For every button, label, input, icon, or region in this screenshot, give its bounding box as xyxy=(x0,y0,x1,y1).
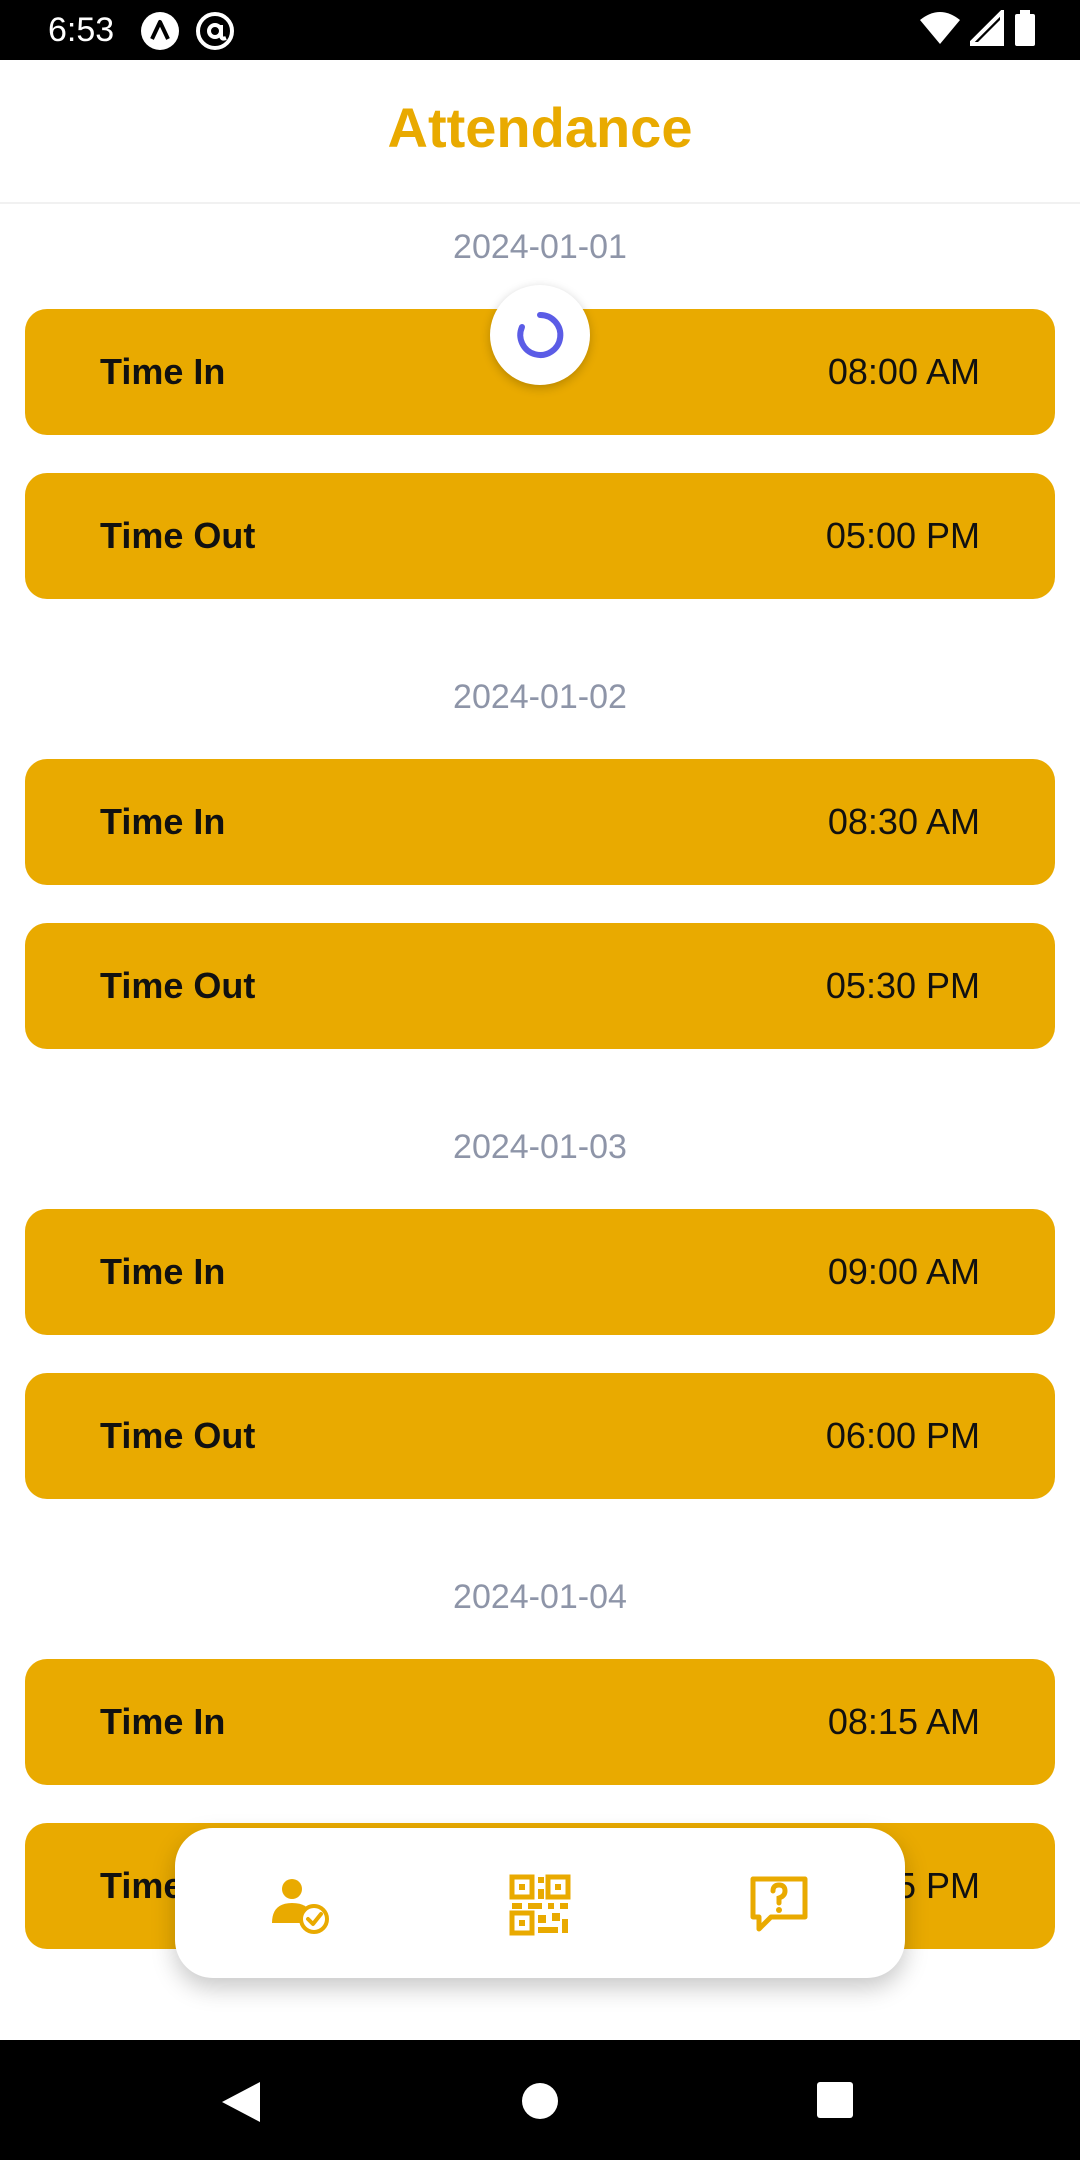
refresh-indicator xyxy=(490,285,590,385)
time-out-label: Time Out xyxy=(100,965,256,1006)
system-navigation-bar xyxy=(0,2040,1080,2160)
attendance-day: 2024-01-03 Time In 09:00 AM Time Out 06:… xyxy=(0,1104,1080,1554)
attendance-day: 2024-01-01 Time In 08:00 AM Time Out 05:… xyxy=(0,204,1080,654)
time-in-value: 08:30 AM xyxy=(827,801,980,842)
user-check-icon xyxy=(272,1879,329,1934)
date-label: 2024-01-04 xyxy=(453,1578,627,1616)
date-label: 2024-01-02 xyxy=(453,678,627,716)
battery-icon xyxy=(1014,10,1036,51)
time-out-label: Time xyxy=(100,1865,184,1906)
time-out-value: 05:30 PM xyxy=(825,965,980,1006)
recents-icon[interactable] xyxy=(815,2080,855,2125)
app-header: Attendance xyxy=(0,60,1080,204)
page-title: Attendance xyxy=(387,96,693,159)
date-label: 2024-01-03 xyxy=(453,1128,627,1166)
time-out-value: 06:00 PM xyxy=(825,1415,980,1456)
time-in-label: Time In xyxy=(100,1251,226,1292)
loading-spinner-icon xyxy=(517,311,564,358)
time-in-value: 08:15 AM xyxy=(827,1701,980,1742)
wifi-icon xyxy=(920,10,960,51)
time-out-card[interactable]: Time Out 05:30 PM xyxy=(25,923,1055,1049)
time-in-value: 08:00 AM xyxy=(827,351,980,392)
time-in-value: 09:00 AM xyxy=(827,1251,980,1292)
time-out-card[interactable]: Time Out 05:00 PM xyxy=(25,473,1055,599)
time-in-card[interactable]: Time In 08:30 AM xyxy=(25,759,1055,885)
time-in-card[interactable]: Time In 09:00 AM xyxy=(25,1209,1055,1335)
help-message-icon xyxy=(750,1876,808,1932)
at-sign-icon xyxy=(195,11,235,56)
date-label: 2024-01-01 xyxy=(453,228,627,266)
time-out-label: Time Out xyxy=(100,1415,256,1456)
time-out-label: Time Out xyxy=(100,515,256,556)
bottom-nav xyxy=(175,1828,905,1978)
status-bar: 6:53 xyxy=(0,0,1080,60)
time-in-label: Time In xyxy=(100,351,226,392)
nav-attendance-button[interactable] xyxy=(268,1873,332,1937)
home-icon[interactable] xyxy=(519,2080,561,2127)
time-out-card[interactable]: Time Out 06:00 PM xyxy=(25,1373,1055,1499)
attendance-list[interactable]: 2024-01-01 Time In 08:00 AM Time Out 05:… xyxy=(0,204,1080,2040)
status-time: 6:53 xyxy=(48,11,115,49)
time-in-label: Time In xyxy=(100,801,226,842)
attendance-day: 2024-01-02 Time In 08:30 AM Time Out 05:… xyxy=(0,654,1080,1104)
time-out-value: 05:00 PM xyxy=(825,515,980,556)
qr-code-icon xyxy=(509,1874,571,1936)
app-notification-icon xyxy=(140,11,180,56)
time-in-card[interactable]: Time In 08:15 AM xyxy=(25,1659,1055,1785)
cellular-signal-icon xyxy=(965,7,1004,51)
nav-help-button[interactable] xyxy=(747,1873,811,1937)
nav-qr-scan-button[interactable] xyxy=(508,1873,572,1937)
back-icon[interactable] xyxy=(220,2080,262,2129)
time-out-value: 5 PM xyxy=(895,1865,980,1906)
time-in-label: Time In xyxy=(100,1701,226,1742)
